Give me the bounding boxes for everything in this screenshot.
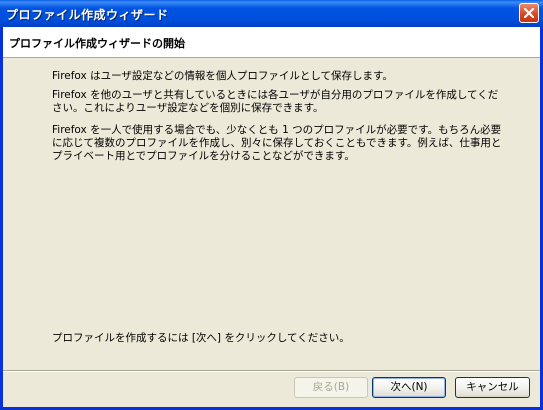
- intro-paragraph-1: Firefox はユーザ設定などの情報を個人プロファイルとして保存します。: [52, 70, 394, 82]
- wizard-header: プロファイル作成ウィザードの開始: [3, 27, 540, 58]
- back-button[interactable]: 戻る(B): [294, 377, 368, 398]
- close-icon: [523, 7, 535, 19]
- wizard-content: Firefox はユーザ設定などの情報を個人プロファイルとして保存します。 Fi…: [3, 58, 540, 369]
- instruction-text: プロファイルを作成するには [次へ] をクリックしてください。: [52, 332, 350, 344]
- footer-separator: [3, 370, 540, 372]
- title-bar[interactable]: プロファイル作成ウィザード: [0, 0, 543, 27]
- cancel-button[interactable]: キャンセル: [455, 377, 530, 398]
- page-heading: プロファイル作成ウィザードの開始: [9, 37, 185, 50]
- intro-paragraph-2: Firefox を他のユーザと共有しているときには各ユーザが自分用のプロファイル…: [52, 89, 499, 114]
- window-title: プロファイル作成ウィザード: [6, 8, 169, 22]
- intro-paragraph-3: Firefox を一人で使用する場合でも、少なくとも 1 つのプロファイルが必要…: [52, 124, 502, 162]
- close-button[interactable]: [519, 3, 539, 23]
- next-button[interactable]: 次へ(N): [372, 377, 446, 398]
- wizard-window: プロファイル作成ウィザード プロファイル作成ウィザードの開始 Firefox は…: [0, 0, 543, 410]
